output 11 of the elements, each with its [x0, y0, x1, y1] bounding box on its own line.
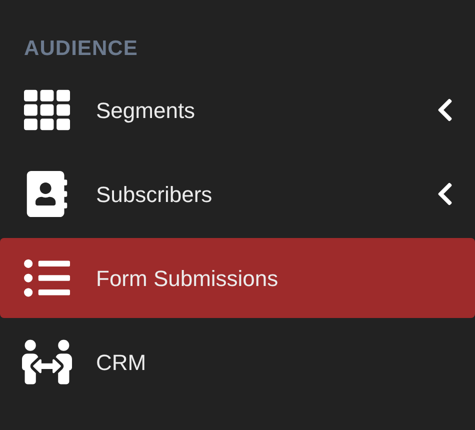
menu-item[interactable]: Form Submissions [0, 238, 475, 318]
menu-item[interactable]: Subscribers [0, 154, 475, 234]
people-arrows-icon [22, 339, 72, 385]
menu-item[interactable]: Segments [0, 70, 475, 150]
grid-icon [22, 87, 72, 133]
menu-label: Subscribers [96, 180, 214, 208]
menu-label: CRM [96, 348, 148, 376]
menu-label: Segments [96, 96, 196, 125]
menu-item[interactable]: CRM [0, 322, 475, 402]
menu-label: Form Submissions [96, 264, 280, 292]
section-heading: AUDIENCE [24, 36, 138, 62]
